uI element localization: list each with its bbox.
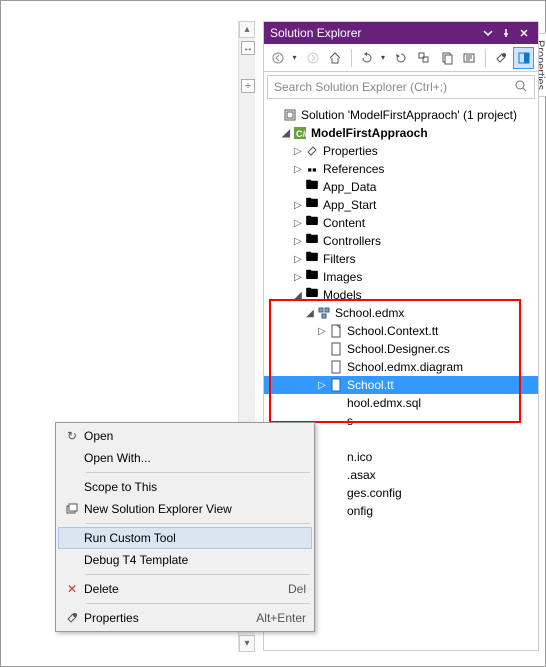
file-school-edmx[interactable]: ◢School.edmx — [264, 304, 538, 322]
scroll-up-icon[interactable]: ▴ — [239, 21, 255, 38]
file-school-edmx-diagram[interactable]: School.edmx.diagram — [264, 358, 538, 376]
file-school-tt[interactable]: ▷School.tt — [264, 376, 538, 394]
menu-separator — [86, 603, 310, 604]
file-school-context-tt[interactable]: ▷School.Context.tt — [264, 322, 538, 340]
menu-properties[interactable]: Properties Alt+Enter — [58, 607, 312, 629]
split-icon[interactable]: ÷ — [241, 79, 255, 93]
folder-icon: 🖿 — [304, 233, 320, 249]
folder-icon: 🖿 — [304, 251, 320, 267]
collapse-all-icon[interactable] — [414, 47, 435, 69]
search-input[interactable]: Search Solution Explorer (Ctrl+;) — [267, 75, 535, 99]
diagram-file-icon — [328, 359, 344, 375]
file-school-edmx-sql[interactable]: hool.edmx.sql — [264, 394, 538, 412]
edmx-icon — [316, 305, 332, 321]
search-icon[interactable] — [514, 79, 528, 96]
menu-run-custom-tool[interactable]: Run Custom Tool — [58, 527, 312, 549]
folder-icon: 🖿 — [304, 197, 320, 213]
menu-debug-t4-template[interactable]: Debug T4 Template — [58, 549, 312, 571]
sql-file-icon — [328, 395, 344, 411]
solution-icon — [282, 107, 298, 123]
wrench-icon — [60, 611, 84, 625]
svg-text:C#: C# — [296, 129, 307, 139]
panel-title-text: Solution Explorer — [270, 26, 361, 40]
refresh-icon[interactable] — [391, 47, 412, 69]
delete-icon: ✕ — [60, 582, 84, 596]
menu-separator — [86, 523, 310, 524]
sync-icon[interactable] — [357, 47, 378, 69]
sync-dropdown-icon[interactable]: ▾ — [379, 47, 388, 69]
folder-icon: 🖿 — [304, 215, 320, 231]
file-school-designer-cs[interactable]: School.Designer.cs — [264, 340, 538, 358]
preview-button-icon[interactable] — [513, 47, 534, 69]
menu-delete[interactable]: ✕ Delete Del — [58, 578, 312, 600]
properties-node[interactable]: ▷ Properties — [264, 142, 538, 160]
show-all-files-icon[interactable] — [436, 47, 457, 69]
forward-button-icon[interactable] — [302, 47, 323, 69]
back-button-icon[interactable] — [268, 47, 289, 69]
close-icon[interactable] — [516, 25, 532, 41]
wrench-icon — [304, 143, 320, 159]
tt-file-icon — [328, 323, 344, 339]
back-dropdown-icon[interactable]: ▾ — [291, 47, 300, 69]
properties-button-icon[interactable] — [491, 47, 512, 69]
panel-toolbar: ▾ ▾ — [264, 44, 538, 72]
menu-new-solution-explorer-view[interactable]: New Solution Explorer View — [58, 498, 312, 520]
csharp-project-icon: C# — [292, 125, 308, 141]
menu-separator — [86, 574, 310, 575]
menu-scope-to-this[interactable]: Scope to This — [58, 476, 312, 498]
home-icon[interactable] — [325, 47, 346, 69]
pin-icon[interactable] — [498, 25, 514, 41]
folder-models[interactable]: ◢🖿Models — [264, 286, 538, 304]
panel-titlebar[interactable]: Solution Explorer — [264, 22, 538, 44]
view-code-icon[interactable] — [459, 47, 480, 69]
references-icon: ▪▪ — [304, 161, 320, 177]
folder-icon: 🖿 — [304, 179, 320, 195]
tt-file-icon — [328, 377, 344, 393]
cs-file-icon — [328, 341, 344, 357]
menu-open[interactable]: ↻ Open — [58, 425, 312, 447]
menu-separator — [86, 472, 310, 473]
folder-icon: 🖿 — [304, 287, 320, 303]
open-icon: ↻ — [60, 429, 84, 443]
window-menu-icon[interactable] — [480, 25, 496, 41]
folder-icon: 🖿 — [304, 269, 320, 285]
search-placeholder: Search Solution Explorer (Ctrl+;) — [274, 80, 447, 94]
scroll-down-icon[interactable]: ▾ — [239, 635, 255, 652]
context-menu: ↻ Open Open With... Scope to This New So… — [55, 422, 315, 632]
project-node[interactable]: ◢ C# ModelFirstAppraoch — [264, 124, 538, 142]
solution-node[interactable]: Solution 'ModelFirstAppraoch' (1 project… — [264, 106, 538, 124]
menu-open-with[interactable]: Open With... — [58, 447, 312, 469]
window-icon — [60, 502, 84, 516]
move-icon[interactable]: ↔ — [241, 41, 255, 55]
